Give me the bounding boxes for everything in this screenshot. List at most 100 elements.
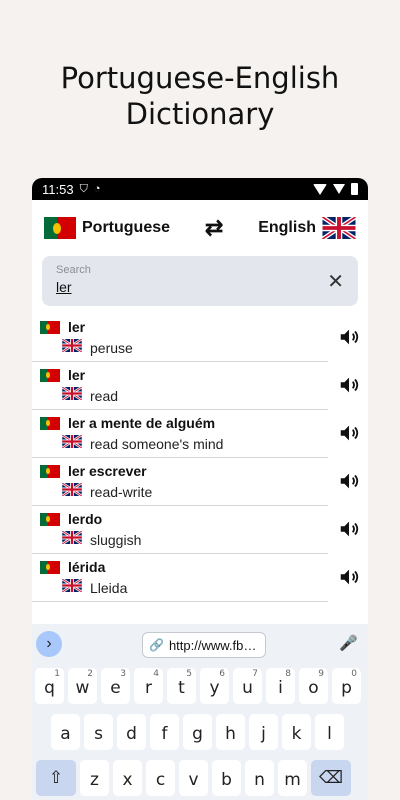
target-language-selector[interactable]: English [258,217,356,239]
key-w[interactable]: w2 [68,668,97,704]
soft-keyboard: › 🔗 http://www.fb… 🎤 q1w2e3r4t5y6u7i8o9p… [32,624,368,800]
key-label: r [145,678,152,698]
key-q[interactable]: q1 [35,668,64,704]
headline-line-1: Portuguese-English [60,61,340,95]
portuguese-word: ler [68,319,86,335]
speaker-icon[interactable] [338,326,360,348]
key-number-hint: 0 [351,669,357,679]
portuguese-word: ler a mente de alguém [68,415,216,431]
key-label: l [327,724,332,744]
key-label: m [284,770,301,790]
status-time: 11:53 [42,181,74,197]
key-o[interactable]: o9 [299,668,328,704]
source-language-selector[interactable]: Portuguese [44,217,170,239]
status-bar: 11:53 ⛉ ◔ [32,178,368,200]
key-n[interactable]: n [245,760,274,796]
clear-search-icon[interactable]: ✕ [327,269,344,294]
result-row[interactable]: ler a mente de alguém read someone's mind [32,410,359,458]
key-l[interactable]: l [315,714,344,750]
key-c[interactable]: c [146,760,175,796]
shift-key[interactable]: ⇧ [36,760,76,796]
speaker-icon[interactable] [338,422,360,444]
expand-toolbar-icon[interactable]: › [36,631,62,657]
portuguese-term: ler [40,367,85,383]
vpn-shield-icon: ⛉ [79,182,88,195]
key-label: d [126,724,137,744]
key-h[interactable]: h [216,714,245,750]
speaker-icon[interactable] [338,470,360,492]
speaker-icon[interactable] [338,374,360,396]
key-number-hint: 1 [54,669,60,679]
portugal-flag-icon [40,464,60,478]
phone-screen: 11:53 ⛉ ◔ Portuguese ⇄ English Search le… [32,178,368,800]
headline-line-2: Dictionary [125,97,275,131]
key-a[interactable]: a [51,714,80,750]
key-k[interactable]: k [282,714,311,750]
uk-flag-icon [321,217,356,239]
key-f[interactable]: f [150,714,179,750]
key-label: v [188,770,199,790]
key-number-hint: 8 [285,669,291,679]
portugal-flag-icon [40,512,60,526]
key-t[interactable]: t5 [167,668,196,704]
result-row[interactable]: ler peruse [32,314,359,362]
uk-flag-icon [61,481,83,501]
app-notification-icon: ◔ [93,183,101,195]
portugal-flag-icon [40,368,60,382]
english-word: Lleida [90,580,128,596]
portuguese-word: lerdo [68,511,103,527]
key-r[interactable]: r4 [134,668,163,704]
key-p[interactable]: p0 [332,668,361,704]
swap-languages-icon[interactable]: ⇄ [205,215,223,241]
signal-icon [333,184,345,194]
clipboard-suggestion[interactable]: 🔗 http://www.fb… [142,632,266,658]
key-label: t [178,678,185,698]
backspace-icon: ⌫ [318,768,344,788]
key-label: w [75,678,90,698]
key-x[interactable]: x [113,760,142,796]
result-row[interactable]: lérida Lleida [32,554,359,602]
microphone-icon[interactable]: 🎤 [339,634,358,652]
key-number-hint: 7 [252,669,258,679]
key-m[interactable]: m [278,760,307,796]
clipboard-link-icon: 🔗 [149,638,164,652]
english-word: read someone's mind [90,436,224,452]
key-label: e [110,678,121,698]
key-v[interactable]: v [179,760,208,796]
key-label: h [225,724,236,744]
portuguese-term: lerdo [40,511,102,527]
wifi-icon [313,183,327,195]
key-label: z [90,770,99,790]
english-word: sluggish [90,532,142,548]
key-label: s [94,724,103,744]
key-i[interactable]: i8 [266,668,295,704]
key-label: u [242,678,253,698]
speaker-icon[interactable] [338,518,360,540]
key-j[interactable]: j [249,714,278,750]
portugal-flag-icon [40,320,60,334]
key-e[interactable]: e3 [101,668,130,704]
key-d[interactable]: d [117,714,146,750]
result-row[interactable]: lerdo sluggish [32,506,359,554]
backspace-key[interactable]: ⌫ [311,760,351,796]
key-s[interactable]: s [84,714,113,750]
key-u[interactable]: u7 [233,668,262,704]
speaker-icon[interactable] [338,566,360,588]
result-row[interactable]: ler escrever read-write [32,458,359,506]
search-label: Search [56,264,91,276]
key-g[interactable]: g [183,714,212,750]
result-row[interactable]: ler read [32,362,359,410]
key-number-hint: 3 [120,669,126,679]
clipboard-text: http://www.fb… [168,637,257,653]
uk-flag-icon [61,577,83,597]
key-z[interactable]: z [80,760,109,796]
key-y[interactable]: y6 [200,668,229,704]
key-b[interactable]: b [212,760,241,796]
portuguese-word: ler [68,367,86,383]
key-label: x [122,770,133,790]
key-number-hint: 6 [219,669,225,679]
search-input[interactable]: ler [56,279,344,295]
english-term: Lleida [61,577,128,597]
search-field[interactable]: Search ler ✕ [42,256,358,306]
shift-icon: ⇧ [48,768,64,788]
